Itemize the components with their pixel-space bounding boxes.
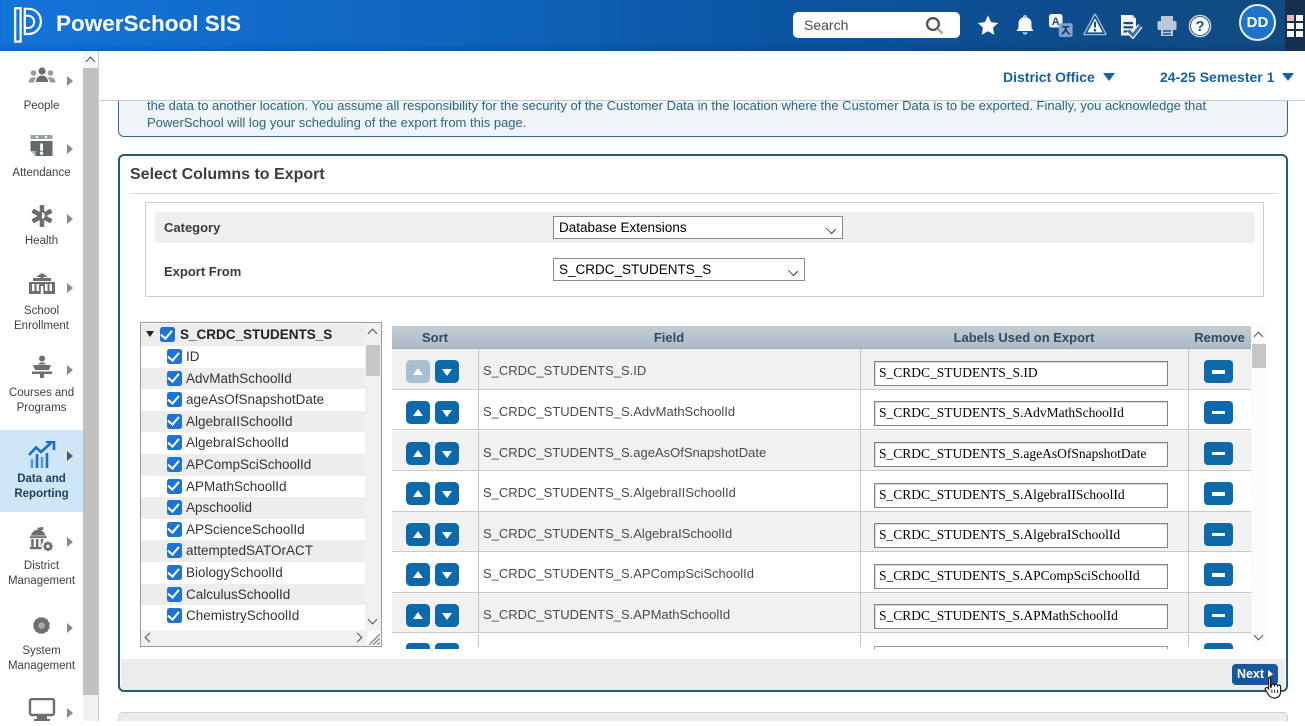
svg-text:A: A	[1052, 16, 1060, 28]
svg-text:?: ?	[1196, 19, 1205, 35]
